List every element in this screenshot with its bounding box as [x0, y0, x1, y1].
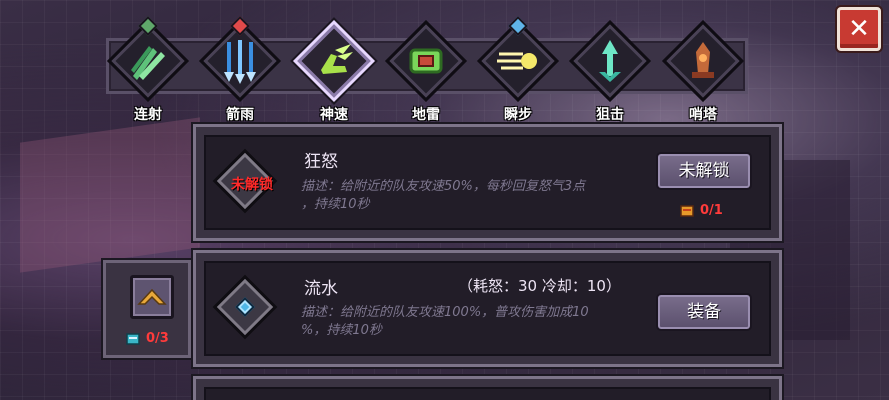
background-shape — [20, 117, 200, 273]
talent-cost: （耗怒：30 冷却：10） — [458, 277, 621, 295]
description-line: ，持续10秒 — [301, 197, 370, 212]
upgrade-requirement: 0/3 — [126, 331, 169, 346]
skill-label: 瞬步 — [504, 107, 532, 123]
description-line: %，持续10秒 — [301, 323, 382, 338]
requirement-count: 0/1 — [700, 203, 723, 218]
gem-ticket-icon — [126, 332, 140, 345]
talent-description: 描述：给附近的队友攻速50%，每秒回复怒气3点 ，持续10秒 — [301, 178, 661, 214]
upgrade-button[interactable] — [130, 275, 174, 319]
skill-tab-rapid-fire[interactable]: 连射 — [103, 8, 193, 128]
equip-button[interactable]: 装备 — [656, 293, 752, 331]
sentry-tower-icon — [692, 42, 714, 78]
skill-label: 箭雨 — [226, 107, 254, 123]
talent-card-partial — [193, 376, 782, 400]
skill-tab-blink-step[interactable]: 瞬步 — [473, 8, 563, 128]
description-line: 描述：给附近的队友攻速100%，普攻伤害加成10 — [301, 305, 589, 320]
skill-tab-landmine[interactable]: 地雷 — [381, 8, 471, 128]
talent-card-body — [204, 387, 771, 400]
snipe-arrow-icon — [599, 40, 621, 82]
talent-description: 描述：给附近的队友攻速100%，普攻伤害加成10 %，持续10秒 — [301, 304, 661, 340]
close-icon: ✕ — [848, 14, 870, 44]
unlock-requirement: 0/1 — [680, 203, 723, 218]
description-line: 描述：给附近的队友攻速50%，每秒回复怒气3点 — [301, 179, 586, 194]
skill-tab-arrow-rain[interactable]: 箭雨 — [195, 8, 285, 128]
skill-label: 连射 — [134, 107, 162, 123]
close-button[interactable]: ✕ — [837, 7, 881, 51]
unlock-button[interactable]: 未解锁 — [656, 152, 752, 190]
skill-tab-snipe[interactable]: 狙击 — [565, 8, 655, 128]
locked-badge-label: 未解锁 — [231, 177, 273, 193]
dash-icon — [497, 52, 537, 70]
winged-boot-icon — [321, 44, 353, 74]
talent-card-equip: 流水 （耗怒：30 冷却：10） 描述：给附近的队友攻速100%，普攻伤害加成1… — [193, 250, 782, 367]
skill-tab-sentry-tower[interactable]: 哨塔 — [658, 8, 748, 128]
upgrade-panel: 0/3 — [103, 260, 191, 358]
landmine-icon — [409, 48, 443, 74]
chevron-up-icon — [137, 288, 167, 305]
skill-label: 神速 — [320, 107, 348, 123]
talent-name: 狂怒 — [304, 152, 338, 172]
skill-tab-swift[interactable]: 神速 — [289, 8, 379, 128]
talent-card-locked: 未解锁 狂怒 描述：给附近的队友攻速50%，每秒回复怒气3点 ，持续10秒 未解… — [193, 124, 782, 241]
scroll-icon — [680, 204, 694, 217]
skill-label: 狙击 — [596, 107, 624, 123]
skill-label: 哨塔 — [689, 107, 717, 123]
talent-name: 流水 — [304, 279, 338, 299]
skill-label: 地雷 — [412, 107, 440, 123]
arrow-rain-icon — [224, 40, 256, 84]
triple-arrow-icon — [131, 46, 165, 80]
requirement-count: 0/3 — [146, 331, 169, 346]
